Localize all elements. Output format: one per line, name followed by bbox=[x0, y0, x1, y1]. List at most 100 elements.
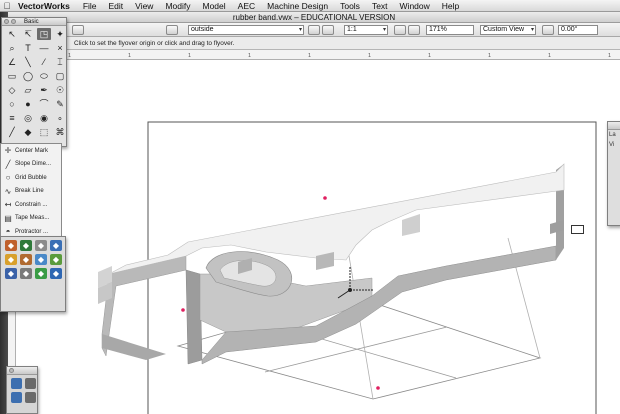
tool-list-item[interactable]: ▤ Tape Meas... bbox=[1, 212, 61, 226]
tool-list-item[interactable]: ↤ Constrain ... bbox=[1, 198, 61, 212]
text-icon[interactable]: T bbox=[21, 42, 35, 54]
zoom-out-button[interactable] bbox=[408, 25, 420, 35]
freehand-icon[interactable]: ▱ bbox=[21, 84, 35, 96]
tool-list-label: Grid Bubble bbox=[15, 174, 47, 181]
apple-menu-icon[interactable]:  bbox=[0, 1, 14, 11]
texture-icon[interactable]: ◆ bbox=[20, 240, 32, 251]
zoom-button[interactable] bbox=[394, 25, 406, 35]
sun-icon[interactable]: ◆ bbox=[5, 254, 17, 265]
sky-icon[interactable]: ◆ bbox=[50, 268, 62, 279]
rectangle-icon[interactable]: ▭ bbox=[5, 70, 19, 82]
wall-icon[interactable]: ≡ bbox=[5, 112, 19, 124]
rotate-button[interactable] bbox=[542, 25, 554, 35]
handle-dot bbox=[323, 196, 327, 200]
trim-icon[interactable]: ⬚ bbox=[37, 126, 51, 138]
tool-list-item[interactable]: ╱ Slope Dime... bbox=[1, 158, 61, 172]
menu-help[interactable]: Help bbox=[436, 1, 465, 11]
menu-aec[interactable]: AEC bbox=[232, 1, 261, 11]
line-icon[interactable]: — bbox=[37, 42, 51, 54]
arrow-select-icon[interactable]: ↖ bbox=[5, 28, 19, 40]
menu-model[interactable]: Model bbox=[197, 1, 232, 11]
drawing-canvas[interactable] bbox=[16, 60, 620, 414]
target-icon[interactable]: ◎ bbox=[21, 112, 35, 124]
2d-reshape-icon[interactable]: ↸ bbox=[21, 28, 35, 40]
camera-icon[interactable] bbox=[11, 378, 22, 389]
fillet-icon[interactable]: ◉ bbox=[37, 112, 51, 124]
zoom-icon[interactable]: ⌕ bbox=[5, 42, 19, 54]
pan-icon[interactable]: ✦ bbox=[53, 28, 67, 40]
angle-field[interactable]: 0.00° bbox=[558, 25, 598, 35]
spiral-icon[interactable]: ☉ bbox=[53, 84, 67, 96]
translate-view-icon[interactable] bbox=[25, 392, 36, 403]
walkthrough-icon[interactable] bbox=[25, 378, 36, 389]
dimension-icon[interactable]: ⌶ bbox=[53, 56, 67, 68]
tool-list-item[interactable]: ∿ Break Line bbox=[1, 185, 61, 199]
flyover-icon[interactable]: ◳ bbox=[37, 28, 51, 40]
tool-list-item[interactable]: ✛ Center Mark bbox=[1, 144, 61, 158]
menu-file[interactable]: File bbox=[77, 1, 103, 11]
menu-modify[interactable]: Modify bbox=[159, 1, 196, 11]
ruler-tick: 1 bbox=[428, 53, 432, 59]
plant-icon[interactable]: ◆ bbox=[35, 268, 47, 279]
basic-palette-titlebar[interactable]: Basic bbox=[2, 18, 66, 26]
protractor-icon: ◓ bbox=[5, 227, 11, 237]
tool-list-label: Protractor ... bbox=[15, 228, 49, 235]
side-palette-titlebar[interactable] bbox=[608, 122, 620, 130]
grass-icon[interactable]: ◆ bbox=[50, 254, 62, 265]
tab-layers[interactable]: La bbox=[608, 130, 620, 140]
arc-icon[interactable]: ○ bbox=[5, 98, 19, 110]
chamfer-icon[interactable]: ∘ bbox=[53, 112, 67, 124]
menu-edit[interactable]: Edit bbox=[103, 1, 130, 11]
single-line-icon[interactable]: ⁄ bbox=[37, 56, 51, 68]
navigation-palette-titlebar[interactable] bbox=[7, 367, 37, 375]
menu-tools[interactable]: Tools bbox=[334, 1, 366, 11]
tool-list-label: Constrain ... bbox=[15, 201, 48, 208]
angle-value: 0.00° bbox=[561, 26, 578, 33]
visualization-palette: ◆ ◆ ◆ ◆ ◆ ◆ ◆ ◆ ◆ ◆ ◆ ◆ bbox=[0, 236, 66, 312]
minimize-icon[interactable] bbox=[11, 19, 16, 24]
class-button[interactable] bbox=[72, 25, 84, 35]
class-dropdown[interactable]: outside ▾ bbox=[188, 25, 304, 35]
close-icon[interactable] bbox=[9, 368, 14, 373]
locus-icon[interactable]: × bbox=[53, 42, 67, 54]
circle-icon[interactable]: ◯ bbox=[21, 70, 35, 82]
rounded-rect-icon[interactable]: ▢ bbox=[53, 70, 67, 82]
render-icon[interactable]: ◆ bbox=[35, 240, 47, 251]
menu-bar:  VectorWorks File Edit View Modify Mode… bbox=[0, 0, 620, 12]
top-ruler[interactable]: 1 1 1 1 1 1 1 1 1 1 bbox=[16, 50, 620, 60]
join-icon[interactable]: ⌘ bbox=[53, 126, 67, 138]
pencil-icon[interactable]: ✎ bbox=[53, 98, 67, 110]
layer-options-button[interactable] bbox=[322, 25, 334, 35]
glass-icon[interactable]: ◆ bbox=[35, 254, 47, 265]
zoom-field[interactable]: 171% bbox=[426, 25, 474, 35]
double-line-icon[interactable]: ╲ bbox=[21, 56, 35, 68]
tab-views[interactable]: Vi bbox=[608, 140, 620, 150]
angle-icon[interactable]: ∠ bbox=[5, 56, 19, 68]
menu-view[interactable]: View bbox=[129, 1, 159, 11]
sphere-icon[interactable]: ● bbox=[21, 98, 35, 110]
rotate-view-icon[interactable] bbox=[11, 392, 22, 403]
polygon-icon[interactable]: ◇ bbox=[5, 84, 19, 96]
tool-list-item[interactable]: ○ Grid Bubble bbox=[1, 171, 61, 185]
class-options-button[interactable] bbox=[166, 25, 178, 35]
fill-icon[interactable]: ◆ bbox=[5, 240, 17, 251]
oval-icon[interactable]: ⬭ bbox=[37, 70, 51, 82]
menu-text[interactable]: Text bbox=[366, 1, 394, 11]
view-dropdown[interactable]: Custom View ▾ bbox=[480, 25, 536, 35]
ruler-tick: 1 bbox=[308, 53, 312, 59]
menu-machine-design[interactable]: Machine Design bbox=[261, 1, 334, 11]
water-icon[interactable]: ◆ bbox=[5, 268, 17, 279]
scale-dropdown[interactable]: 1:1 ▾ bbox=[344, 25, 388, 35]
document-title[interactable]: rubber band.vwx – EDUCATIONAL VERSION bbox=[8, 12, 620, 23]
layer-button[interactable] bbox=[308, 25, 320, 35]
stone-icon[interactable]: ◆ bbox=[20, 268, 32, 279]
app-menu[interactable]: VectorWorks bbox=[14, 1, 77, 11]
curve-icon[interactable]: ⌒ bbox=[37, 98, 51, 110]
polyline-icon[interactable]: ✒ bbox=[37, 84, 51, 96]
wood-icon[interactable]: ◆ bbox=[20, 254, 32, 265]
menu-window[interactable]: Window bbox=[394, 1, 436, 11]
close-icon[interactable] bbox=[4, 19, 9, 24]
3d-solid-icon[interactable]: ◆ bbox=[21, 126, 35, 138]
split-icon[interactable]: ╱ bbox=[5, 126, 19, 138]
lighting-icon[interactable]: ◆ bbox=[50, 240, 62, 251]
